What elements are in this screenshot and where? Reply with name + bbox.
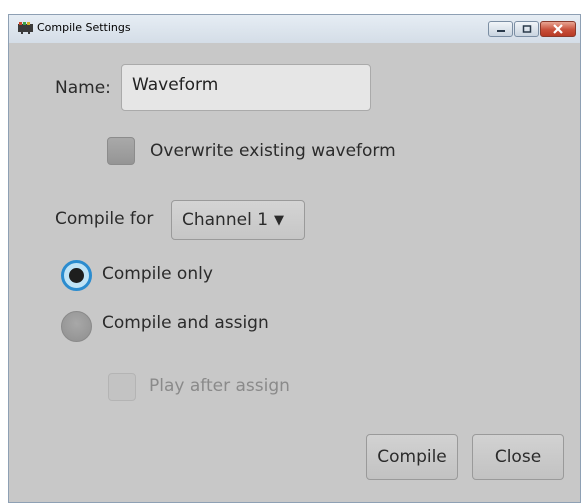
dialog-content: Name: Waveform Overwrite existing wavefo… bbox=[9, 43, 580, 502]
title-bar[interactable]: Compile Settings bbox=[9, 15, 580, 43]
channel-dropdown[interactable]: Channel 1 ▼ bbox=[171, 200, 305, 240]
maximize-icon bbox=[522, 25, 531, 33]
close-icon bbox=[553, 24, 563, 34]
play-after-assign-checkbox[interactable] bbox=[108, 373, 136, 401]
minimize-button[interactable] bbox=[488, 21, 513, 37]
radio-dot bbox=[69, 268, 84, 283]
play-after-assign-label: Play after assign bbox=[149, 376, 290, 396]
compile-and-assign-radio[interactable] bbox=[61, 311, 92, 342]
close-window-button[interactable] bbox=[540, 21, 576, 37]
maximize-button[interactable] bbox=[514, 21, 539, 37]
close-button[interactable]: Close bbox=[472, 434, 564, 480]
window-title: Compile Settings bbox=[37, 21, 131, 34]
app-icon bbox=[18, 22, 33, 34]
name-input[interactable]: Waveform bbox=[121, 64, 371, 111]
channel-selected-value: Channel 1 bbox=[182, 210, 269, 230]
compile-and-assign-label: Compile and assign bbox=[102, 313, 269, 333]
overwrite-label: Overwrite existing waveform bbox=[150, 141, 396, 161]
compile-only-radio[interactable] bbox=[61, 260, 92, 291]
overwrite-checkbox[interactable] bbox=[107, 137, 135, 165]
compile-for-label: Compile for bbox=[55, 209, 154, 229]
name-label: Name: bbox=[55, 78, 111, 98]
chevron-down-icon: ▼ bbox=[274, 212, 285, 228]
window-controls bbox=[487, 21, 576, 37]
compile-only-label: Compile only bbox=[102, 264, 213, 284]
minimize-icon bbox=[496, 30, 505, 32]
compile-button[interactable]: Compile bbox=[366, 434, 458, 480]
compile-settings-window: Compile Settings Name: Waveform Overwrit… bbox=[8, 14, 581, 503]
